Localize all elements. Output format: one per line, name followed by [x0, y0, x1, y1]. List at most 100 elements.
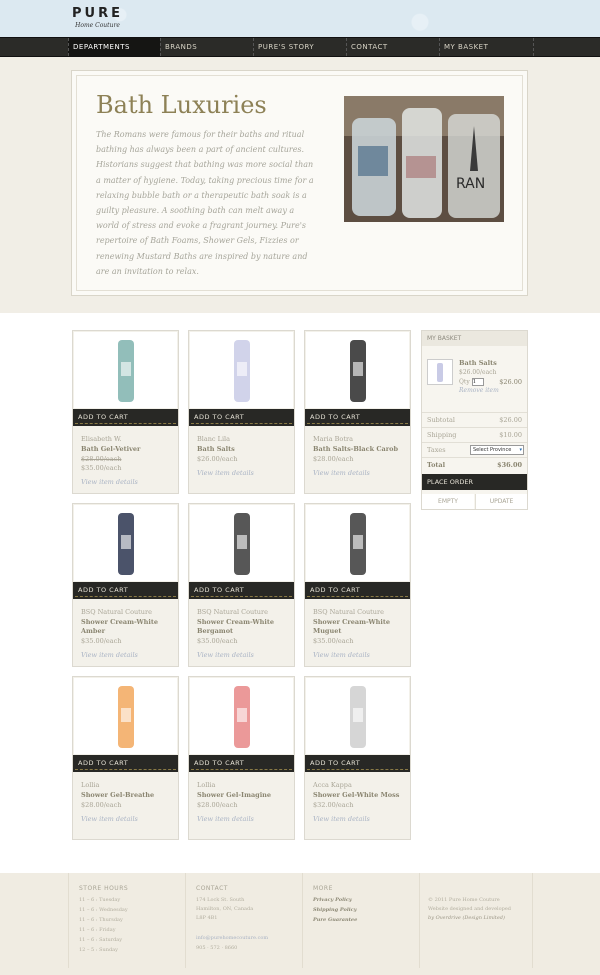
- view-item-details-link[interactable]: View item details: [81, 478, 138, 486]
- product-price: $35.00/each: [197, 637, 238, 645]
- brand-name: PURE: [72, 6, 123, 21]
- view-item-details-link[interactable]: View item details: [197, 469, 254, 477]
- view-item-details-link[interactable]: View item details: [313, 815, 370, 823]
- nav-my-basket[interactable]: MY BASKET: [439, 38, 534, 56]
- footer-copyright-line: © 2011 Pure Home Couture: [428, 897, 500, 903]
- product-image[interactable]: [190, 678, 293, 754]
- footer-address-line: Hamilton, ON, Canada: [196, 906, 254, 912]
- nav-contact[interactable]: CONTACT: [346, 38, 439, 56]
- product-card: ADD TO CART Acca Kappa Shower Gel-White Mo…: [304, 676, 411, 840]
- footer-more-heading: MORE: [313, 885, 333, 892]
- total-row: Total $36.00: [422, 457, 527, 471]
- product-price: $28.00/each: [81, 801, 122, 809]
- remove-item-link[interactable]: Remove item: [459, 387, 499, 394]
- product-title[interactable]: Bath Salts-Black Carob: [313, 445, 409, 454]
- view-item-details-link[interactable]: View item details: [197, 815, 254, 823]
- product-price: $35.00/each: [81, 464, 122, 472]
- main-nav: DEPARTMENTS BRANDS PURE'S STORY CONTACT …: [0, 37, 600, 57]
- view-item-details-link[interactable]: View item details: [313, 469, 370, 477]
- view-item-details-link[interactable]: View item details: [313, 651, 370, 659]
- province-select[interactable]: Select Province ▾: [470, 445, 524, 455]
- add-to-cart-button[interactable]: ADD TO CART: [189, 409, 294, 426]
- footer-more-column: MORE Privacy Policy Shipping Policy Pure…: [303, 873, 420, 968]
- product-title[interactable]: Bath Salts: [197, 445, 293, 454]
- product-title[interactable]: Shower Cream-White Bergamot: [197, 618, 293, 636]
- chevron-down-icon: ▾: [519, 447, 522, 453]
- product-card: ADD TO CART BSQ Natural Couture Shower Cre…: [72, 503, 179, 667]
- product-image[interactable]: [74, 678, 177, 754]
- shipping-row: Shipping $10.00: [422, 427, 527, 441]
- total-label: Total: [427, 461, 446, 469]
- site-footer: STORE HOURS 11 – 6 : Tuesday 11 – 6 : We…: [0, 873, 600, 975]
- nav-departments[interactable]: DEPARTMENTS: [68, 38, 160, 56]
- hero-description: The Romans were famous for their baths a…: [96, 130, 314, 276]
- subtotal-label: Subtotal: [427, 416, 455, 424]
- footer-hours-line: 12 – 5 : Sunday: [79, 947, 118, 953]
- product-title[interactable]: Shower Gel-Breathe: [81, 791, 177, 800]
- footer-email-link[interactable]: info@purehomecouture.com: [196, 935, 268, 941]
- product-image[interactable]: [74, 505, 177, 581]
- product-brand: Lollia: [81, 781, 100, 789]
- footer-hours-line: 11 – 6 : Friday: [79, 927, 116, 933]
- product-image[interactable]: [74, 332, 177, 408]
- add-to-cart-button[interactable]: ADD TO CART: [305, 755, 410, 772]
- update-basket-button[interactable]: UPDATE: [475, 494, 527, 509]
- product-title[interactable]: Bath Gel-Vetiver: [81, 445, 177, 454]
- product-brand: Maria Botra: [313, 435, 353, 443]
- add-to-cart-button[interactable]: ADD TO CART: [305, 409, 410, 426]
- product-card: ADD TO CART Elisabeth W. Bath Gel-Vetiver $…: [72, 330, 179, 494]
- qty-input[interactable]: 1: [471, 378, 484, 386]
- nav-brands[interactable]: BRANDS: [160, 38, 253, 56]
- basket-item-name: Bath Salts: [459, 359, 497, 367]
- brand-tagline: Home Couture: [75, 22, 120, 29]
- product-card: ADD TO CART Blanc Lila Bath Salts $26.00/ea…: [188, 330, 295, 494]
- hero-image: RAN: [344, 96, 504, 222]
- footer-hours-line: 11 – 6 : Saturday: [79, 937, 123, 943]
- shipping-policy-link[interactable]: Shipping Policy: [313, 907, 357, 913]
- brand-logo[interactable]: PURE Home Couture: [72, 6, 123, 29]
- place-order-button[interactable]: PLACE ORDER: [422, 474, 527, 490]
- product-title[interactable]: Shower Cream-White Amber: [81, 618, 177, 636]
- footer-credit-link[interactable]: by Overdrive (Design Limited): [428, 915, 505, 921]
- add-to-cart-button[interactable]: ADD TO CART: [305, 582, 410, 599]
- product-title[interactable]: Shower Gel-Imagine: [197, 791, 293, 800]
- product-price: $28.00/each: [313, 455, 354, 463]
- privacy-policy-link[interactable]: Privacy Policy: [313, 897, 352, 903]
- product-price: $35.00/each: [81, 637, 122, 645]
- product-title[interactable]: Shower Cream-White Muguet: [313, 618, 409, 636]
- footer-copyright-column: © 2011 Pure Home Couture Website designe…: [420, 873, 533, 968]
- product-card: ADD TO CART Lollia Shower Gel-Imagine $28.0…: [188, 676, 295, 840]
- product-title[interactable]: Shower Gel-White Moss: [313, 791, 409, 800]
- add-to-cart-button[interactable]: ADD TO CART: [189, 755, 294, 772]
- footer-contact-heading: CONTACT: [196, 885, 228, 892]
- add-to-cart-button[interactable]: ADD TO CART: [73, 409, 178, 426]
- footer-contact-column: CONTACT 174 Lock St. South Hamilton, ON,…: [186, 873, 303, 968]
- product-image[interactable]: [306, 678, 409, 754]
- pure-guarantee-link[interactable]: Pure Guarantee: [313, 917, 357, 923]
- product-old-price: $28.00/each: [81, 455, 122, 463]
- view-item-details-link[interactable]: View item details: [197, 651, 254, 659]
- add-to-cart-button[interactable]: ADD TO CART: [73, 582, 178, 599]
- basket-item-thumbnail: [427, 359, 453, 385]
- add-to-cart-button[interactable]: ADD TO CART: [73, 755, 178, 772]
- footer-address-line: L8P 4B1: [196, 915, 218, 921]
- product-brand: Elisabeth W.: [81, 435, 122, 443]
- footer-hours-line: 11 – 6 : Tuesday: [79, 897, 121, 903]
- product-brand: Acca Kappa: [313, 781, 352, 789]
- empty-basket-button[interactable]: EMPTY: [422, 494, 474, 509]
- product-card: ADD TO CART BSQ Natural Couture Shower Cre…: [188, 503, 295, 667]
- subtotal-row: Subtotal $26.00: [422, 412, 527, 426]
- product-image[interactable]: [306, 332, 409, 408]
- product-price: $28.00/each: [197, 801, 238, 809]
- nav-story[interactable]: PURE'S STORY: [253, 38, 346, 56]
- product-image[interactable]: [190, 505, 293, 581]
- product-image[interactable]: [306, 505, 409, 581]
- product-price: $32.00/each: [313, 801, 354, 809]
- product-card: ADD TO CART Maria Botra Bath Salts-Black C…: [304, 330, 411, 494]
- view-item-details-link[interactable]: View item details: [81, 815, 138, 823]
- view-item-details-link[interactable]: View item details: [81, 651, 138, 659]
- product-image[interactable]: [190, 332, 293, 408]
- basket-heading: MY BASKET: [422, 331, 527, 346]
- taxes-row: Taxes Select Province ▾: [422, 442, 527, 456]
- add-to-cart-button[interactable]: ADD TO CART: [189, 582, 294, 599]
